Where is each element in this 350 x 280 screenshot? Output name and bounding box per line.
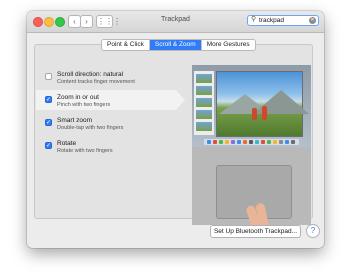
tab-more-gestures[interactable]: More Gestures	[201, 40, 255, 50]
search-input-value[interactable]: trackpad	[259, 17, 284, 24]
preferences-window: ‹ › ⋮⋮⋮ Trackpad ⚲ trackpad ✕ Point & Cl…	[27, 11, 324, 248]
selection-arrow	[176, 90, 185, 110]
option-title: Rotate	[57, 140, 77, 147]
help-button[interactable]: ?	[306, 224, 320, 238]
gesture-preview	[192, 65, 311, 225]
checkmark-icon: ✓	[46, 143, 52, 149]
clear-search-icon[interactable]: ✕	[309, 17, 316, 24]
option-title: Scroll direction: natural	[57, 71, 124, 78]
tab-bar: Point & Click Scroll & Zoom More Gesture…	[101, 39, 256, 51]
tab-point-click[interactable]: Point & Click	[102, 40, 150, 50]
photo-thumbnails	[194, 71, 214, 135]
checkbox-smart-zoom[interactable]: ✓	[45, 119, 52, 126]
search-icon: ⚲	[251, 16, 257, 23]
tab-scroll-zoom[interactable]: Scroll & Zoom	[149, 40, 202, 50]
preview-photo	[216, 71, 309, 137]
preview-screen	[192, 65, 311, 147]
option-subtitle: Pinch with two fingers	[57, 102, 111, 108]
checkbox-rotate[interactable]: ✓	[45, 142, 52, 149]
title-bar: ‹ › ⋮⋮⋮ Trackpad ⚲ trackpad ✕	[27, 11, 324, 33]
search-field[interactable]: ⚲ trackpad ✕	[247, 15, 319, 26]
checkbox-scroll-direction[interactable]	[45, 73, 52, 80]
option-subtitle: Content tracks finger movement	[57, 79, 135, 85]
setup-bluetooth-trackpad-button[interactable]: Set Up Bluetooth Trackpad...	[210, 225, 301, 238]
option-subtitle: Double-tap with two fingers	[57, 125, 124, 131]
option-title: Smart zoom	[57, 117, 93, 124]
option-subtitle: Rotate with two fingers	[57, 148, 113, 154]
settings-panel: Scroll direction: natural Content tracks…	[34, 44, 313, 225]
checkmark-icon: ✓	[46, 97, 52, 103]
checkmark-icon: ✓	[46, 120, 52, 126]
checkbox-zoom[interactable]: ✓	[45, 96, 52, 103]
option-title: Zoom in or out	[57, 94, 99, 101]
preview-dock	[204, 139, 299, 145]
